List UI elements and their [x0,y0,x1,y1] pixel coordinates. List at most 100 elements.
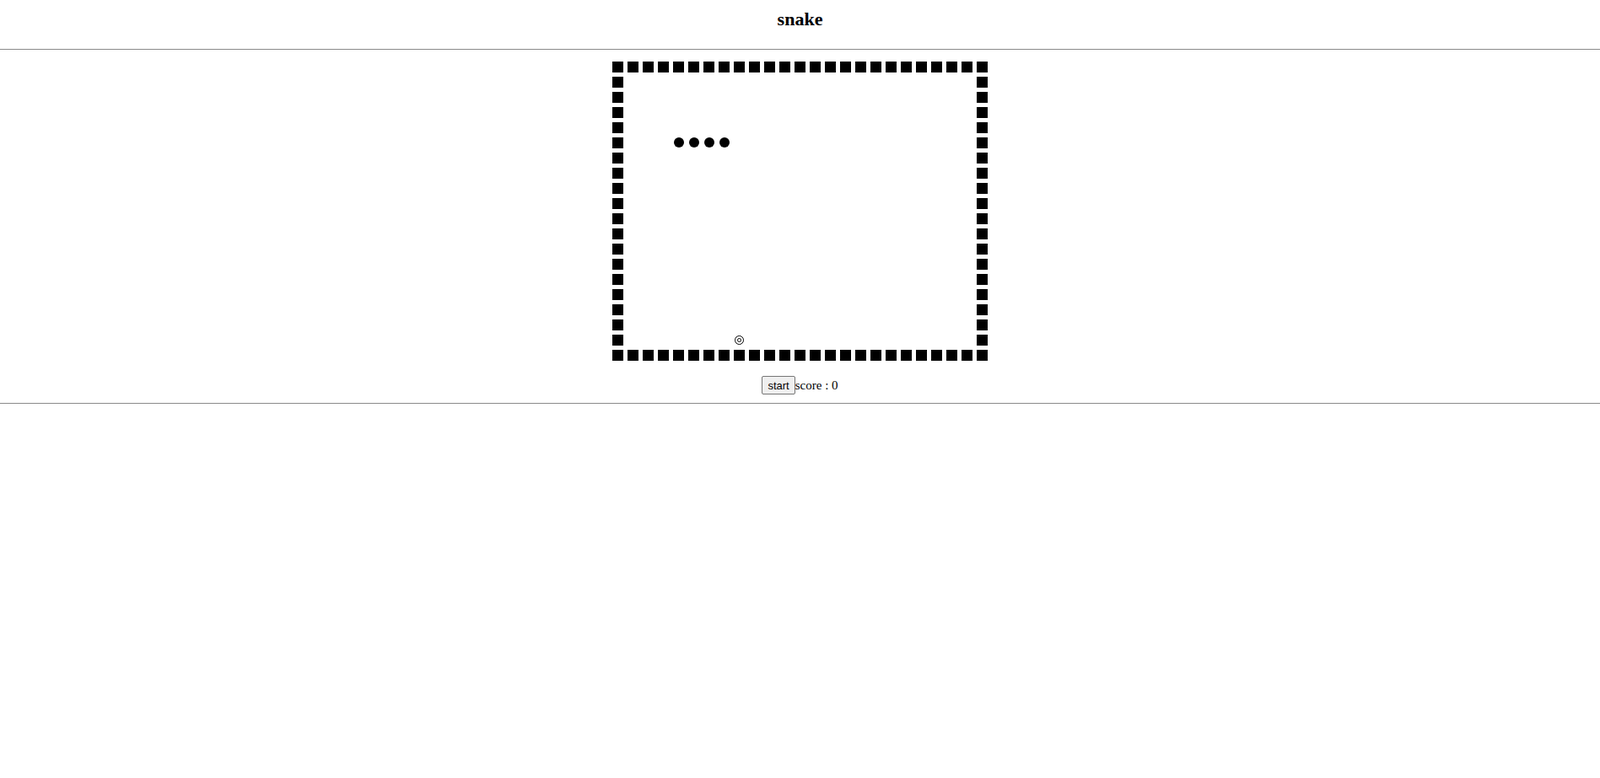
board-cell [899,241,915,257]
board-cell [641,226,657,242]
wall-block [976,198,988,210]
board-cell [883,59,900,75]
board-cell [777,104,793,120]
board-cell [625,150,642,166]
board-cell [777,317,793,333]
board-cell [732,317,748,333]
board-cell [868,180,884,196]
board-cell [959,317,976,333]
wall-block [855,350,867,361]
board-cell [625,104,642,120]
board-cell [838,104,854,120]
board-cell [686,271,702,287]
board-cell [701,271,717,287]
wall-block [764,61,776,73]
board-cell [671,59,687,75]
board-cell [716,119,733,135]
board-cell [944,286,960,302]
wall-block [885,61,897,73]
board-cell [959,180,976,196]
board-cell [701,134,717,151]
board-cell [686,165,702,181]
board-cell [899,150,915,166]
board-cell [747,104,763,120]
board-cell [944,210,960,227]
board-cell [868,286,884,302]
board-cell [868,271,884,287]
board-cell [808,317,824,333]
board-cell [959,119,976,135]
board-cell [868,256,884,272]
wall-block [976,61,988,73]
wall-block [612,137,624,149]
board-cell [716,271,733,287]
board-cell [792,119,809,135]
board-cell [716,59,733,75]
board-cell [686,226,702,242]
board-cell [686,104,702,120]
board-cell [671,104,687,120]
board-cell [868,74,884,90]
board-cell [914,332,930,348]
board-cell [883,210,900,227]
board-cell [792,89,809,105]
board-cell [671,332,687,348]
wall-block [764,350,776,361]
board-cell [838,210,854,227]
board-cell [929,150,945,166]
board-cell [610,165,626,181]
board-cell [823,195,839,211]
board-cell [641,134,657,151]
board-cell [625,134,642,151]
board-cell [853,59,869,75]
board-cell [716,301,733,318]
board-cell [853,150,869,166]
wall-block [915,61,927,73]
board-cell [853,226,869,242]
board-cell [716,210,733,227]
board-cell [732,104,748,120]
board-cell [868,317,884,333]
board-cell [975,74,991,90]
board-cell [686,347,702,363]
board-cell [838,74,854,90]
board-cell [899,180,915,196]
board-cell [792,256,809,272]
board-cell [792,180,809,196]
wall-block [673,61,685,73]
board-cell [823,210,839,227]
board-cell [777,134,793,151]
board-cell [716,134,733,151]
start-button[interactable]: start [761,376,795,395]
board-cell [899,286,915,302]
board-cell [777,226,793,242]
board-cell [747,301,763,318]
board-cell [610,134,626,151]
board-cell [899,119,915,135]
board-cell [671,241,687,257]
board-cell [823,74,839,90]
wall-block [612,167,624,179]
board-cell [686,89,702,105]
board-cell [671,210,687,227]
board-cell [686,180,702,196]
wall-block [794,350,806,361]
board-cell [656,286,672,302]
board-cell [656,165,672,181]
board-cell [641,150,657,166]
board-cell [899,165,915,181]
board-cell [959,134,976,151]
board-cell [914,210,930,227]
board-cell [899,256,915,272]
board-cell [716,347,733,363]
board-cell [792,59,809,75]
board-cell [792,332,809,348]
board-cell [656,74,672,90]
board-cell [701,104,717,120]
board-cell [959,241,976,257]
board-cell [929,195,945,211]
board-cell [838,286,854,302]
board-cell [641,195,657,211]
board-cell [792,74,809,90]
board-cell [914,317,930,333]
